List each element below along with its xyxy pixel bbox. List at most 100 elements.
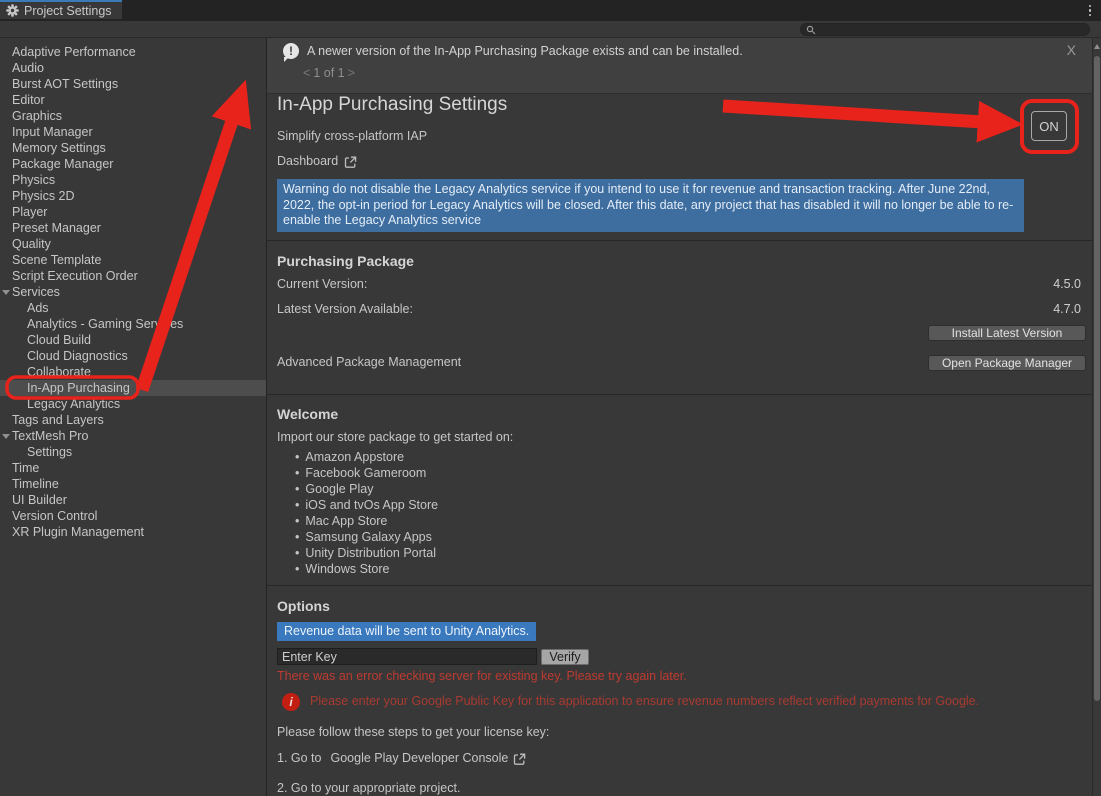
bullet-icon: • — [295, 450, 299, 464]
options-header: Options — [277, 598, 330, 614]
store-list-item-amazon-appstore: •Amazon Appstore — [295, 449, 438, 465]
step-2: 2. Go to your appropriate project. — [277, 781, 460, 795]
analytics-note-chip: Revenue data will be sent to Unity Analy… — [277, 622, 536, 641]
service-on-toggle[interactable]: ON — [1031, 111, 1067, 141]
sidebar-item-audio[interactable]: Audio — [0, 60, 266, 76]
sidebar-item-label: UI Builder — [12, 493, 67, 507]
sidebar-item-textmesh-pro[interactable]: TextMesh Pro — [0, 428, 266, 444]
store-list-item-samsung-galaxy-apps: • Samsung Galaxy Apps — [295, 529, 438, 545]
sidebar-item-analytics-gaming-services[interactable]: Analytics - Gaming Services — [0, 316, 266, 332]
sidebar-item-ads[interactable]: Ads — [0, 300, 266, 316]
sidebar-item-label: Physics 2D — [12, 189, 75, 203]
sidebar-item-time[interactable]: Time — [0, 460, 266, 476]
sidebar-item-collaborate[interactable]: Collaborate — [0, 364, 266, 380]
sidebar-item-label: Burst AOT Settings — [12, 77, 118, 91]
latest-version-label: Latest Version Available: — [277, 302, 413, 316]
sidebar-item-timeline[interactable]: Timeline — [0, 476, 266, 492]
page-title: In-App Purchasing Settings — [277, 94, 507, 116]
sidebar-item-xr-plugin-management[interactable]: XR Plugin Management — [0, 524, 266, 540]
error-info-icon: i — [282, 693, 300, 711]
sidebar-item-label: Quality — [12, 237, 51, 251]
sidebar-item-quality[interactable]: Quality — [0, 236, 266, 252]
sidebar-item-label: Time — [12, 461, 39, 475]
store-list-item-facebook-gameroom: •Facebook Gameroom — [295, 465, 438, 481]
sidebar-item-label: Graphics — [12, 109, 62, 123]
search-box[interactable] — [800, 23, 1090, 36]
purchasing-package-header: Purchasing Package — [277, 253, 414, 269]
sidebar-item-tags-and-layers[interactable]: Tags and Layers — [0, 412, 266, 428]
bullet-icon: • — [295, 482, 299, 496]
foldout-triangle-icon[interactable] — [2, 434, 10, 439]
store-label: iOS and tvOs App Store — [305, 498, 438, 512]
settings-sidebar: Adaptive PerformanceAudioBurst AOT Setti… — [0, 38, 267, 796]
sidebar-item-ui-builder[interactable]: UI Builder — [0, 492, 266, 508]
store-label: Samsung Galaxy Apps — [305, 530, 431, 544]
sidebar-item-script-execution-order[interactable]: Script Execution Order — [0, 268, 266, 284]
external-link-icon[interactable] — [513, 753, 526, 766]
pager-next-icon[interactable]: > — [345, 66, 358, 80]
vertical-scrollbar[interactable] — [1092, 38, 1101, 796]
scrollbar-up-icon[interactable] — [1094, 44, 1100, 49]
current-version-value: 4.5.0 — [1053, 277, 1081, 291]
sidebar-item-physics-2d[interactable]: Physics 2D — [0, 188, 266, 204]
legacy-analytics-warning: Warning do not disable the Legacy Analyt… — [277, 179, 1024, 232]
sidebar-item-label: Player — [12, 205, 47, 219]
sidebar-item-scene-template[interactable]: Scene Template — [0, 252, 266, 268]
tab-title: Project Settings — [24, 4, 112, 18]
bullet-icon: • — [295, 562, 299, 576]
inapp-purchasing-panel: ! A newer version of the In-App Purchasi… — [267, 38, 1092, 796]
sidebar-item-label: Ads — [27, 301, 49, 315]
latest-version-value: 4.7.0 — [1053, 302, 1081, 316]
store-label: Google Play — [305, 482, 373, 496]
store-label: Windows Store — [305, 562, 389, 576]
sidebar-item-graphics[interactable]: Graphics — [0, 108, 266, 124]
sidebar-item-services[interactable]: Services — [0, 284, 266, 300]
sidebar-item-label: Cloud Build — [27, 333, 91, 347]
search-input[interactable] — [816, 23, 1070, 37]
sidebar-item-burst-aot-settings[interactable]: Burst AOT Settings — [0, 76, 266, 92]
google-play-console-link[interactable]: Google Play Developer Console — [330, 751, 508, 765]
open-package-manager-button[interactable]: Open Package Manager — [928, 355, 1086, 371]
verify-button[interactable]: Verify — [541, 649, 589, 665]
scrollbar-thumb[interactable] — [1094, 56, 1100, 701]
sidebar-item-label: Scene Template — [12, 253, 101, 267]
sidebar-item-cloud-diagnostics[interactable]: Cloud Diagnostics — [0, 348, 266, 364]
section-divider — [267, 394, 1092, 395]
google-key-input[interactable] — [277, 648, 537, 665]
install-latest-version-button[interactable]: Install Latest Version — [928, 325, 1086, 341]
sidebar-item-version-control[interactable]: Version Control — [0, 508, 266, 524]
store-list-item-windows-store: • Windows Store — [295, 561, 438, 577]
section-divider — [267, 585, 1092, 586]
pager-prev-icon[interactable]: < — [300, 66, 313, 80]
sidebar-item-editor[interactable]: Editor — [0, 92, 266, 108]
sidebar-item-label: Settings — [27, 445, 72, 459]
sidebar-item-in-app-purchasing[interactable]: In-App Purchasing — [0, 380, 266, 396]
step1-prefix: 1. Go to — [277, 751, 321, 765]
welcome-intro: Import our store package to get started … — [277, 430, 513, 444]
sidebar-item-input-manager[interactable]: Input Manager — [0, 124, 266, 140]
sidebar-item-list: Adaptive PerformanceAudioBurst AOT Setti… — [0, 44, 266, 540]
sidebar-item-package-manager[interactable]: Package Manager — [0, 156, 266, 172]
bullet-icon: • — [295, 530, 299, 544]
sidebar-item-label: Tags and Layers — [12, 413, 104, 427]
close-icon[interactable]: X — [1067, 42, 1076, 58]
sidebar-item-label: In-App Purchasing — [27, 381, 130, 395]
sidebar-item-cloud-build[interactable]: Cloud Build — [0, 332, 266, 348]
sidebar-item-label: Timeline — [12, 477, 59, 491]
sidebar-item-preset-manager[interactable]: Preset Manager — [0, 220, 266, 236]
sidebar-item-legacy-analytics[interactable]: Legacy Analytics — [0, 396, 266, 412]
sidebar-item-memory-settings[interactable]: Memory Settings — [0, 140, 266, 156]
store-list-item-ios-and-tvos-app-store: • iOS and tvOs App Store — [295, 497, 438, 513]
window-tab-strip: Project Settings — [0, 0, 1101, 21]
bullet-icon: • — [295, 498, 299, 512]
sidebar-item-settings[interactable]: Settings — [0, 444, 266, 460]
gear-icon — [6, 4, 19, 17]
sidebar-item-player[interactable]: Player — [0, 204, 266, 220]
foldout-triangle-icon[interactable] — [2, 290, 10, 295]
tab-project-settings[interactable]: Project Settings — [0, 0, 122, 19]
dashboard-link[interactable]: Dashboard — [277, 154, 357, 168]
sidebar-item-adaptive-performance[interactable]: Adaptive Performance — [0, 44, 266, 60]
sidebar-item-physics[interactable]: Physics — [0, 172, 266, 188]
notification-message: A newer version of the In-App Purchasing… — [307, 44, 743, 58]
window-menu-icon[interactable] — [1085, 3, 1095, 18]
